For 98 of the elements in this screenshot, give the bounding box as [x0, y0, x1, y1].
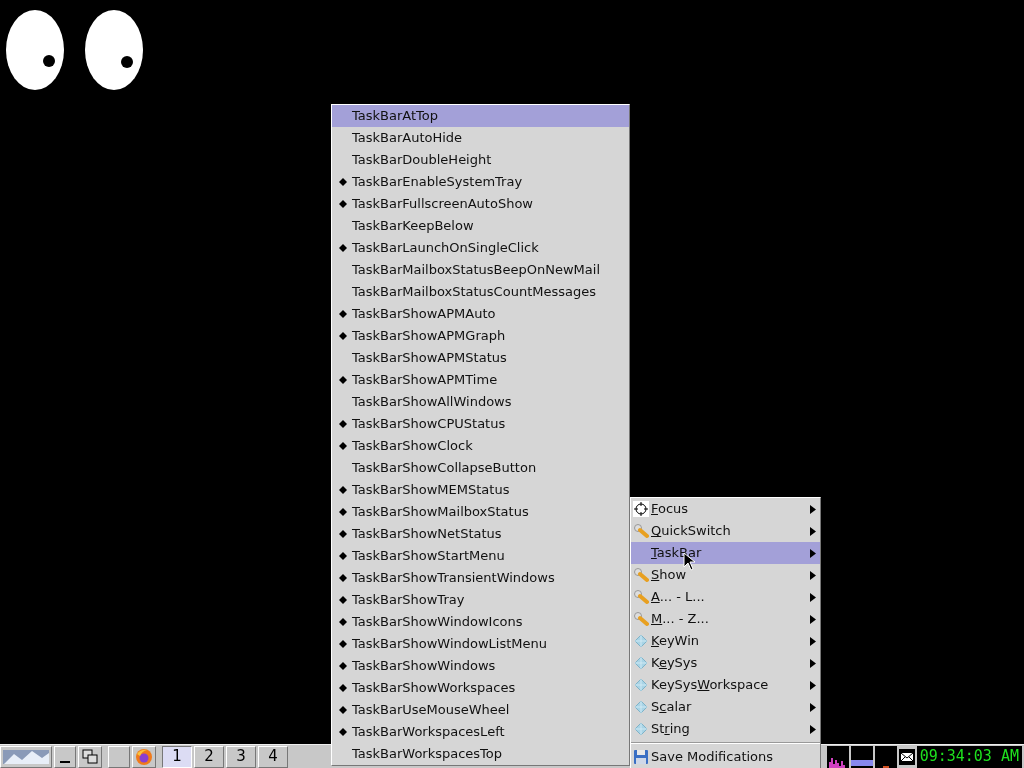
menu-item[interactable]: TaskBarShowStartMenu — [332, 545, 629, 567]
menu-item[interactable]: TaskBarShowNetStatus — [332, 523, 629, 545]
menu-item[interactable]: QuickSwitch — [631, 520, 820, 542]
gem-icon — [633, 699, 649, 715]
check-diamond-icon — [339, 310, 347, 318]
clock: 09:34:03 AM — [916, 745, 1022, 768]
menu-item[interactable]: TaskBarShowCollapseButton — [332, 457, 629, 479]
check-diamond-icon — [339, 420, 347, 428]
menu-item[interactable]: TaskBarDoubleHeight — [332, 149, 629, 171]
menu-item[interactable]: Show — [631, 564, 820, 586]
menu-item[interactable]: TaskBarShowWindows — [332, 655, 629, 677]
minimize-icon — [60, 760, 70, 763]
check-diamond-icon — [339, 618, 347, 626]
menu-item[interactable]: TaskBarShowMailboxStatus — [332, 501, 629, 523]
submenu-arrow-icon — [810, 526, 816, 536]
workspace-button[interactable]: 1 — [162, 745, 192, 768]
gem-icon — [633, 677, 649, 693]
check-diamond-icon — [339, 530, 347, 538]
submenu-arrow-icon — [810, 702, 816, 712]
menu-item[interactable]: TaskBarEnableSystemTray — [332, 171, 629, 193]
gem-icon — [633, 633, 649, 649]
submenu-arrow-icon — [810, 504, 816, 514]
workspace-button[interactable]: 4 — [258, 745, 288, 768]
menu-item[interactable]: A... - L... — [631, 586, 820, 608]
gem-icon — [633, 721, 649, 737]
check-diamond-icon — [339, 684, 347, 692]
menu-item[interactable]: TaskBarShowAPMStatus — [332, 347, 629, 369]
menu-item[interactable]: TaskBarAutoHide — [332, 127, 629, 149]
menu-item[interactable]: TaskBarShowWorkspaces — [332, 677, 629, 699]
key-icon — [633, 567, 649, 583]
workspace-button[interactable]: 2 — [194, 745, 224, 768]
check-diamond-icon — [339, 332, 347, 340]
menu-item[interactable]: TaskBarKeepBelow — [332, 215, 629, 237]
window-list-button[interactable] — [78, 745, 102, 768]
menu-item[interactable]: TaskBarShowCPUStatus — [332, 413, 629, 435]
submenu-arrow-icon — [810, 614, 816, 624]
menu-item[interactable]: TaskBarShowAPMGraph — [332, 325, 629, 347]
submenu-arrow-icon — [810, 636, 816, 646]
menu-item[interactable]: TaskBarShowMEMStatus — [332, 479, 629, 501]
menu-item[interactable]: TaskBarLaunchOnSingleClick — [332, 237, 629, 259]
check-diamond-icon — [339, 178, 347, 186]
menu-item[interactable]: KeySys — [631, 652, 820, 674]
logo-icon — [2, 747, 50, 766]
menu-item[interactable]: TaskBarShowTray — [332, 589, 629, 611]
submenu-arrow-icon — [810, 658, 816, 668]
check-diamond-icon — [339, 640, 347, 648]
crosshair-icon — [633, 501, 649, 517]
submenu-arrow-icon — [810, 548, 816, 558]
browser-button[interactable] — [132, 745, 156, 768]
key-icon — [633, 611, 649, 627]
launcher-button[interactable] — [108, 745, 130, 768]
menu-item[interactable]: TaskBarUseMouseWheel — [332, 699, 629, 721]
globe-icon — [135, 747, 153, 766]
menu-item[interactable]: String — [631, 718, 820, 740]
menu-item[interactable]: TaskBarShowAllWindows — [332, 391, 629, 413]
check-diamond-icon — [339, 376, 347, 384]
menu-item[interactable]: TaskBarWorkspacesLeft — [332, 721, 629, 743]
mail-icon — [898, 748, 915, 765]
menu-item[interactable]: TaskBarShowWindowIcons — [332, 611, 629, 633]
submenu-arrow-icon — [810, 724, 816, 734]
menu-item[interactable]: Focus — [631, 498, 820, 520]
check-diamond-icon — [339, 706, 347, 714]
windows-icon — [82, 749, 98, 764]
menu-item[interactable]: TaskBarFullscreenAutoShow — [332, 193, 629, 215]
gem-icon — [633, 655, 649, 671]
submenu-arrow-icon — [810, 570, 816, 580]
menu-item[interactable]: Scalar — [631, 696, 820, 718]
submenu-arrow-icon — [810, 680, 816, 690]
check-diamond-icon — [339, 552, 347, 560]
menu-item[interactable]: TaskBar — [631, 542, 820, 564]
check-diamond-icon — [339, 244, 347, 252]
check-diamond-icon — [339, 200, 347, 208]
check-diamond-icon — [339, 662, 347, 670]
check-diamond-icon — [339, 728, 347, 736]
menu-item[interactable]: TaskBarShowWindowListMenu — [332, 633, 629, 655]
check-diamond-icon — [339, 486, 347, 494]
key-icon — [633, 589, 649, 605]
check-diamond-icon — [339, 574, 347, 582]
menu-item[interactable]: KeySysWorkspace — [631, 674, 820, 696]
menu-item[interactable]: TaskBarShowAPMAuto — [332, 303, 629, 325]
start-button[interactable] — [0, 745, 52, 768]
show-desktop-button[interactable] — [54, 745, 76, 768]
menu-item[interactable]: M... - Z... — [631, 608, 820, 630]
check-diamond-icon — [339, 508, 347, 516]
menu-item[interactable]: TaskBarMailboxStatusBeepOnNewMail — [332, 259, 629, 281]
menu-item[interactable]: TaskBarShowClock — [332, 435, 629, 457]
check-diamond-icon — [339, 596, 347, 604]
menu-item[interactable]: Save Modifications — [631, 746, 820, 768]
submenu-arrow-icon — [810, 592, 816, 602]
key-icon — [633, 523, 649, 539]
menu-item[interactable]: TaskBarShowAPMTime — [332, 369, 629, 391]
menu-item[interactable]: KeyWin — [631, 630, 820, 652]
menu-item[interactable]: TaskBarAtTop — [332, 105, 629, 127]
check-diamond-icon — [339, 442, 347, 450]
menu-item[interactable]: TaskBarShowTransientWindows — [332, 567, 629, 589]
menu-item[interactable]: TaskBarWorkspacesTop — [332, 743, 629, 765]
menu-item[interactable]: TaskBarMailboxStatusCountMessages — [332, 281, 629, 303]
workspace-button[interactable]: 3 — [226, 745, 256, 768]
